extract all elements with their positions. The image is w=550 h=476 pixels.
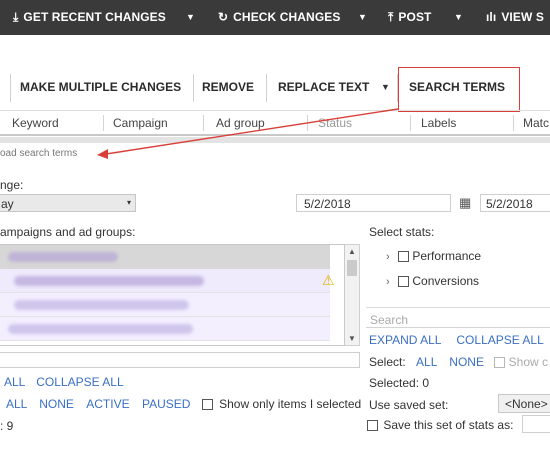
- campaigns-label: ampaigns and ad groups:: [0, 225, 136, 239]
- tree-row[interactable]: [0, 293, 330, 317]
- calendar-icon[interactable]: ▦: [459, 195, 471, 211]
- select-none-link[interactable]: NONE: [39, 397, 74, 411]
- chevron-down-icon: ▾: [127, 198, 132, 207]
- stats-item-conversions[interactable]: › Conversions: [386, 274, 479, 288]
- use-saved-set-label: Use saved set:: [369, 398, 449, 412]
- stats-select-row: Select: ALL NONE Show c: [369, 355, 548, 369]
- selected-count: Selected: 0: [369, 376, 430, 390]
- collapse-all-link[interactable]: COLLAPSE ALL: [36, 375, 123, 389]
- end-date-input[interactable]: 5/2/2018: [480, 194, 550, 212]
- download-search-terms-label: oad search terms: [0, 148, 78, 159]
- campaign-filter-input[interactable]: [0, 352, 360, 368]
- stats-expand-all-link[interactable]: EXPAND ALL: [369, 333, 441, 347]
- conversions-checkbox[interactable]: [398, 276, 410, 288]
- chevron-right-icon: ›: [386, 276, 390, 288]
- tree-row[interactable]: [0, 317, 330, 341]
- stats-select-none-link[interactable]: NONE: [449, 355, 484, 369]
- select-stats-label: Select stats:: [369, 225, 435, 239]
- show-columns-checkbox[interactable]: [494, 357, 506, 369]
- expand-all-link[interactable]: ALL: [4, 375, 25, 389]
- date-range-label: nge:: [0, 178, 24, 192]
- start-date-input[interactable]: 5/2/2018: [296, 194, 451, 212]
- stats-expand-links: EXPAND ALL COLLAPSE ALL: [369, 333, 544, 347]
- save-stats-row: Save this set of stats as:: [367, 418, 513, 432]
- select-paused-link[interactable]: PAUSED: [142, 397, 190, 411]
- show-only-selected-label: Show only items I selected: [219, 397, 362, 411]
- scroll-down-icon[interactable]: ▼: [348, 334, 356, 343]
- stats-item-performance[interactable]: › Performance: [386, 249, 481, 263]
- stats-tree: › Performance › Conversions: [366, 244, 550, 307]
- tree-row[interactable]: [0, 245, 330, 269]
- tree-row[interactable]: ⚠: [0, 269, 335, 293]
- stats-collapse-all-link[interactable]: COLLAPSE ALL: [456, 333, 543, 347]
- show-only-selected-checkbox[interactable]: [201, 399, 213, 411]
- select-active-link[interactable]: ACTIVE: [86, 397, 129, 411]
- select-all-link[interactable]: ALL: [6, 397, 27, 411]
- chevron-right-icon: ›: [386, 251, 390, 263]
- campaign-tree: ⚠: [0, 244, 345, 346]
- scroll-thumb[interactable]: [347, 260, 357, 276]
- stats-search-input[interactable]: Search: [366, 312, 550, 328]
- save-stats-name-input[interactable]: [522, 415, 550, 433]
- date-range-select[interactable]: ay ▾: [0, 194, 136, 212]
- save-stats-checkbox[interactable]: [367, 420, 378, 432]
- performance-checkbox[interactable]: [398, 251, 410, 263]
- warning-icon: ⚠: [322, 272, 335, 288]
- tree-scrollbar[interactable]: ▲ ▼: [345, 244, 360, 346]
- selection-links: ALL NONE ACTIVE PAUSED Show only items I…: [6, 397, 361, 411]
- saved-set-select[interactable]: <None>: [498, 394, 550, 413]
- stats-select-all-link[interactable]: ALL: [416, 355, 437, 369]
- item-count: : 9: [0, 419, 14, 433]
- tree-links: ALL COLLAPSE ALL: [4, 375, 124, 389]
- scroll-up-icon[interactable]: ▲: [348, 247, 356, 256]
